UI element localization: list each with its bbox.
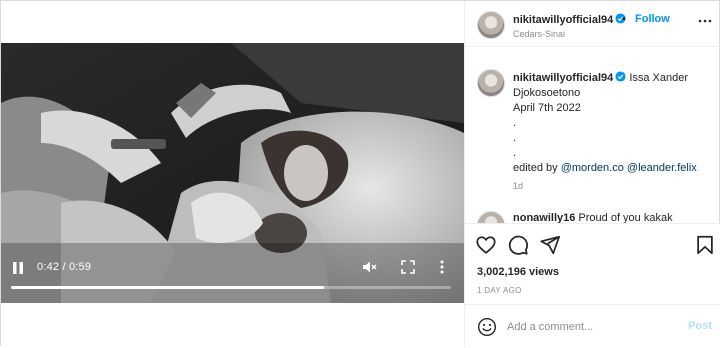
edited-by-label: edited by (513, 162, 561, 174)
paper-plane-icon[interactable] (539, 234, 561, 256)
video-player[interactable]: 0:42 / 0:59 (1, 43, 464, 303)
comment-bubble-icon[interactable] (507, 234, 529, 256)
post-button[interactable]: Post (688, 320, 712, 332)
pause-icon[interactable] (11, 261, 25, 275)
location-link[interactable]: Cedars-Sinai (513, 29, 565, 39)
comment-input[interactable] (507, 317, 677, 337)
mention-link[interactable]: @morden.co (561, 162, 624, 174)
fullscreen-icon[interactable] (401, 260, 415, 274)
comment-avatar[interactable] (477, 211, 505, 223)
post-header: nikitawillyofficial94 • Follow Cedars-Si… (465, 1, 720, 47)
action-bar: 3,002,196 views 1 DAY AGO Post (465, 223, 720, 347)
author-username-text[interactable]: nikitawillyofficial94 (513, 14, 613, 26)
video-progress-fill (11, 286, 325, 289)
author-username[interactable]: nikitawillyofficial94 (513, 13, 626, 26)
caption-username[interactable]: nikitawillyofficial94 (513, 72, 613, 84)
comment-body: Proud of you kakak (578, 212, 673, 223)
media-panel: 0:42 / 0:59 (1, 1, 464, 347)
smiley-icon[interactable] (477, 317, 497, 337)
verified-badge-icon (615, 71, 626, 82)
comment-item: nonawilly16 Proud of you kakak (465, 209, 720, 223)
bookmark-icon[interactable] (694, 234, 716, 256)
separator-dot: • (622, 13, 626, 25)
video-time: 0:42 / 0:59 (37, 261, 92, 273)
avatar[interactable] (477, 11, 505, 39)
caption-line-5: . (513, 132, 517, 144)
more-horizontal-icon[interactable] (698, 14, 712, 28)
caption-line-1: Issa Xander (629, 72, 689, 84)
post-dialog: 0:42 / 0:59 nikitawillyofficial94 • Foll… (0, 0, 720, 347)
caption-line-6: . (513, 147, 517, 159)
speaker-muted-icon[interactable] (361, 259, 377, 275)
add-comment-bar: Post (465, 304, 720, 348)
caption-line-3: April 7th 2022 (513, 102, 581, 114)
caption-text: nikitawillyofficial94 Issa Xander Djokos… (513, 71, 713, 176)
caption-line-4: . (513, 117, 517, 129)
post-sidebar: nikitawillyofficial94 • Follow Cedars-Si… (464, 1, 720, 347)
view-count[interactable]: 3,002,196 views (477, 266, 559, 278)
caption-line-2: Djokosoetono (513, 87, 581, 99)
post-timestamp[interactable]: 1 DAY AGO (477, 286, 522, 295)
heart-icon[interactable] (475, 234, 497, 256)
caption-avatar[interactable] (477, 69, 505, 97)
follow-button[interactable]: Follow (635, 13, 670, 25)
caption-age: 1d (513, 181, 524, 191)
caption-credits: edited by @morden.co @leander.felix (513, 161, 713, 176)
video-progress-bar[interactable] (11, 286, 451, 289)
mention-link[interactable]: @leander.felix (627, 162, 697, 174)
comment-username[interactable]: nonawilly16 (513, 212, 575, 223)
more-vertical-icon[interactable] (439, 259, 445, 275)
comment-text: nonawilly16 Proud of you kakak (513, 211, 713, 223)
